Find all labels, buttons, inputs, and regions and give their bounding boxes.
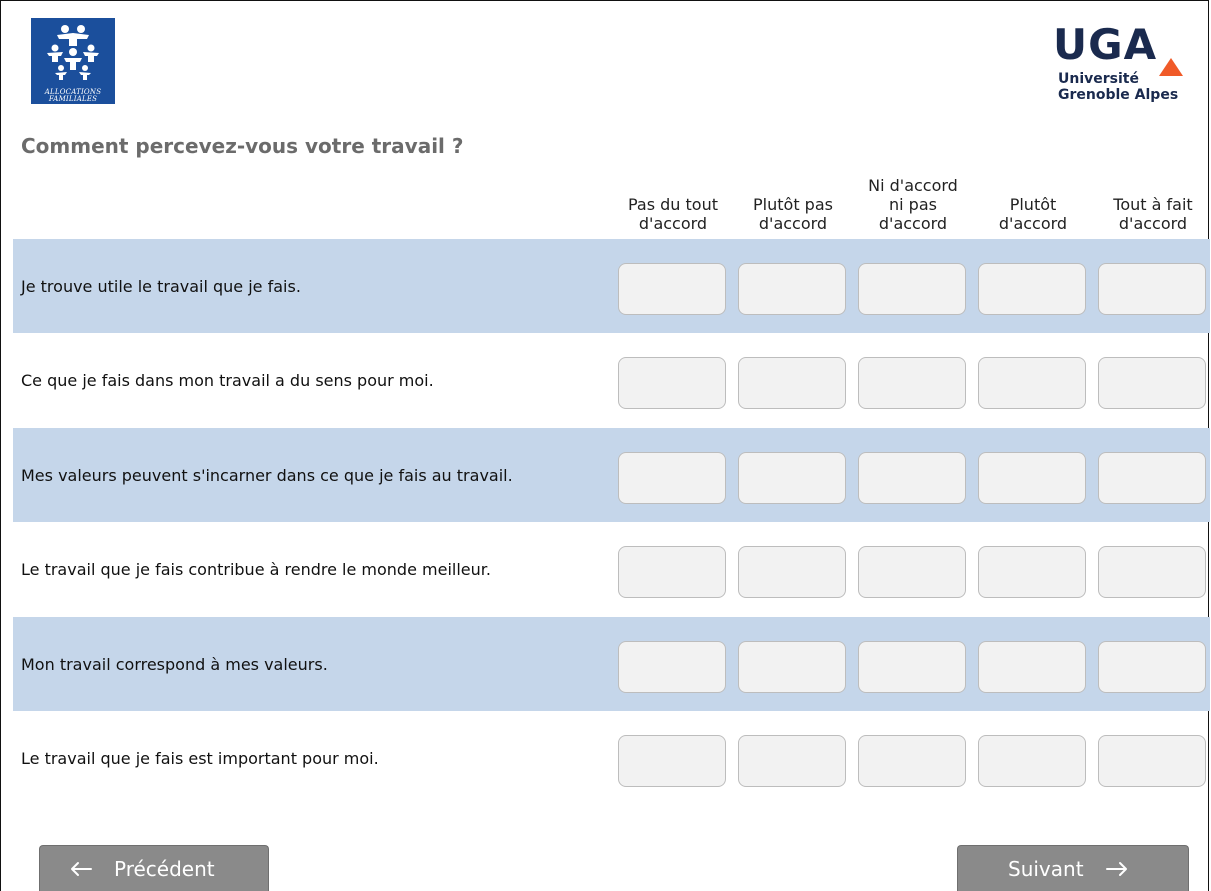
choice-somewhat-agree[interactable] [978, 263, 1086, 315]
row-statement: Le travail que je fais contribue à rendr… [21, 559, 491, 579]
choice-strongly-disagree[interactable] [618, 735, 726, 787]
survey-page: ALLOCATIONS FAMILIALES UGA Université Gr… [0, 0, 1211, 891]
column-header-label: Tout à fait d'accord [1113, 195, 1193, 233]
column-header-strongly-agree: Tout à fait d'accord [1095, 161, 1211, 237]
choice-somewhat-disagree[interactable] [738, 735, 846, 787]
choice-somewhat-disagree[interactable] [738, 641, 846, 693]
column-header-somewhat-disagree: Plutôt pas d'accord [735, 161, 851, 237]
matrix-row: Mon travail correspond à mes valeurs. [13, 617, 1210, 711]
column-header-label: Ni d'accord ni pas d'accord [868, 176, 958, 233]
choice-somewhat-disagree[interactable] [738, 263, 846, 315]
choice-strongly-agree[interactable] [1098, 735, 1206, 787]
next-button[interactable]: Suivant [957, 845, 1189, 891]
uga-triangle-icon [1159, 58, 1183, 76]
uga-logo-line1: Université [1058, 71, 1139, 87]
choice-neutral[interactable] [858, 452, 966, 504]
row-statement: Mes valeurs peuvent s'incarner dans ce q… [21, 465, 513, 485]
matrix-row: Mes valeurs peuvent s'incarner dans ce q… [13, 428, 1210, 522]
matrix-row: Je trouve utile le travail que je fais. [13, 239, 1210, 333]
row-statement: Je trouve utile le travail que je fais. [21, 276, 301, 296]
choice-neutral[interactable] [858, 735, 966, 787]
matrix-row: Le travail que je fais contribue à rendr… [13, 522, 1210, 616]
column-header-label: Pas du tout d'accord [627, 195, 718, 233]
column-header-label: Plutôt pas d'accord [753, 195, 833, 233]
choice-neutral[interactable] [858, 357, 966, 409]
choice-somewhat-disagree[interactable] [738, 546, 846, 598]
choice-strongly-agree[interactable] [1098, 452, 1206, 504]
caf-family-figures-icon [47, 25, 99, 80]
choice-somewhat-agree[interactable] [978, 641, 1086, 693]
choice-somewhat-agree[interactable] [978, 357, 1086, 409]
arrow-right-icon [1105, 861, 1128, 877]
caf-logo: ALLOCATIONS FAMILIALES [31, 18, 115, 104]
row-statement: Mon travail correspond à mes valeurs. [21, 654, 328, 674]
choice-somewhat-agree[interactable] [978, 546, 1086, 598]
choice-strongly-disagree[interactable] [618, 546, 726, 598]
uga-logo-mark: UGA [1053, 20, 1158, 69]
uga-logo: UGA Université Grenoble Alpes [1053, 23, 1203, 103]
previous-button[interactable]: Précédent [39, 845, 269, 891]
choice-neutral[interactable] [858, 641, 966, 693]
matrix-row: Le travail que je fais est important pou… [13, 711, 1210, 805]
previous-button-label: Précédent [114, 856, 215, 881]
column-header-strongly-disagree: Pas du tout d'accord [615, 161, 731, 237]
choice-strongly-agree[interactable] [1098, 263, 1206, 315]
choice-strongly-agree[interactable] [1098, 357, 1206, 409]
column-header-somewhat-agree: Plutôt d'accord [975, 161, 1091, 237]
choice-neutral[interactable] [858, 546, 966, 598]
row-statement: Ce que je fais dans mon travail a du sen… [21, 370, 434, 390]
column-header-neutral: Ni d'accord ni pas d'accord [855, 161, 971, 237]
choice-somewhat-disagree[interactable] [738, 452, 846, 504]
choice-somewhat-agree[interactable] [978, 452, 1086, 504]
choice-strongly-disagree[interactable] [618, 641, 726, 693]
choice-strongly-agree[interactable] [1098, 641, 1206, 693]
caf-logo-line2: FAMILIALES [48, 95, 98, 103]
row-statement: Le travail que je fais est important pou… [21, 748, 379, 768]
choice-strongly-disagree[interactable] [618, 357, 726, 409]
matrix-row: Ce que je fais dans mon travail a du sen… [13, 333, 1210, 427]
choice-strongly-disagree[interactable] [618, 263, 726, 315]
choice-somewhat-disagree[interactable] [738, 357, 846, 409]
next-button-label: Suivant [1008, 856, 1084, 881]
choice-neutral[interactable] [858, 263, 966, 315]
uga-logo-line2: Grenoble Alpes [1058, 87, 1179, 103]
choice-strongly-disagree[interactable] [618, 452, 726, 504]
arrow-left-icon [70, 861, 92, 877]
choice-strongly-agree[interactable] [1098, 546, 1206, 598]
column-header-label: Plutôt d'accord [998, 195, 1068, 233]
question-title: Comment percevez-vous votre travail ? [21, 134, 464, 158]
choice-somewhat-agree[interactable] [978, 735, 1086, 787]
